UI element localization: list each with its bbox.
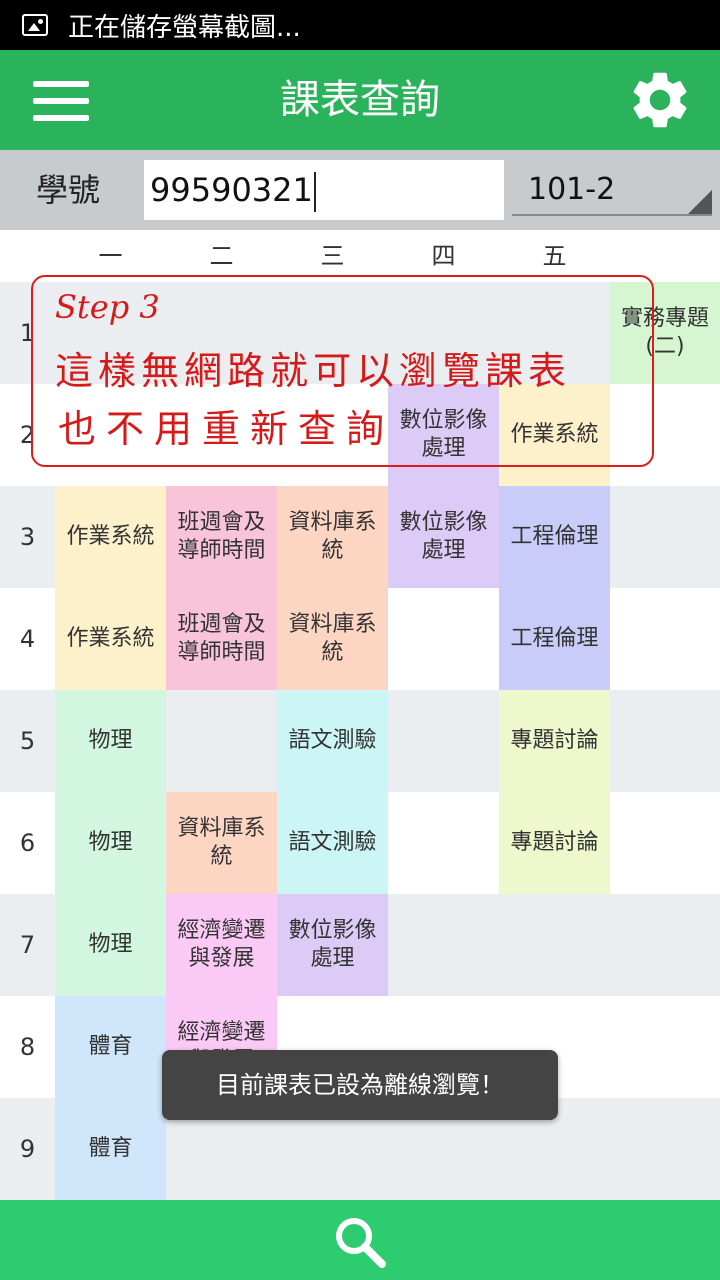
search-icon[interactable] <box>330 1212 390 1272</box>
query-bar: 學號 99590321 101-2 <box>0 150 720 230</box>
period-number: 1 <box>19 319 36 347</box>
period-number: 6 <box>19 829 36 857</box>
app-bar: 課表查詢 <box>0 50 720 150</box>
course-cell[interactable]: 物理 <box>55 792 166 894</box>
status-bar: 正在儲存螢幕截圖... <box>0 0 720 50</box>
period-number: 3 <box>19 523 36 551</box>
bottom-bar <box>0 1200 720 1280</box>
day-header-tue: 二 <box>209 242 234 270</box>
course-cell[interactable]: 體育 <box>55 996 166 1098</box>
semester-select[interactable]: 101-2 <box>512 164 712 216</box>
course-cell[interactable]: 實務專題(二) <box>610 282 720 384</box>
course-cell[interactable]: 專題討論 <box>499 690 610 792</box>
course-cell[interactable]: 資料庫系統 <box>277 486 388 588</box>
course-cell[interactable]: 語文測驗 <box>277 792 388 894</box>
student-id-input[interactable]: 99590321 <box>144 160 504 220</box>
day-header-wed: 三 <box>320 242 345 270</box>
day-header-mon: 一 <box>98 242 123 270</box>
period-number: 5 <box>19 727 36 755</box>
toast-message: 目前課表已設為離線瀏覽！ <box>162 1050 558 1120</box>
annotation-line-1: 這樣無網路就可以瀏覽課表 <box>55 349 572 393</box>
page-title: 課表查詢 <box>280 77 440 123</box>
dropdown-triangle-icon <box>688 190 712 214</box>
semester-value: 101-2 <box>528 172 616 207</box>
course-cell[interactable]: 班週會及導師時間 <box>166 588 277 690</box>
annotation-step: Step 3 <box>55 288 160 326</box>
period-number: 8 <box>19 1033 36 1061</box>
annotation-line-2: 也不用重新查詢 <box>58 407 395 451</box>
course-cell[interactable]: 經濟變遷與發展 <box>166 894 277 996</box>
status-text: 正在儲存螢幕截圖... <box>68 12 301 43</box>
course-cell[interactable]: 資料庫系統 <box>166 792 277 894</box>
course-cell[interactable]: 語文測驗 <box>277 690 388 792</box>
image-icon <box>22 14 48 36</box>
period-number: 7 <box>19 931 36 959</box>
course-cell[interactable]: 工程倫理 <box>499 588 610 690</box>
course-cell[interactable]: 作業系統 <box>499 384 610 486</box>
course-cell[interactable]: 數位影像處理 <box>277 894 388 996</box>
course-cell[interactable]: 資料庫系統 <box>277 588 388 690</box>
student-id-label: 學號 <box>36 171 101 209</box>
course-cell[interactable]: 物理 <box>55 894 166 996</box>
course-cell[interactable]: 作業系統 <box>55 486 166 588</box>
day-header-thu: 四 <box>431 242 456 270</box>
student-id-value: 99590321 <box>150 171 313 209</box>
course-cell[interactable]: 體育 <box>55 1098 166 1200</box>
gear-icon[interactable] <box>626 66 694 134</box>
course-cell[interactable]: 班週會及導師時間 <box>166 486 277 588</box>
period-number: 2 <box>19 421 36 449</box>
course-cell[interactable]: 工程倫理 <box>499 486 610 588</box>
period-number: 9 <box>19 1135 36 1163</box>
course-cell[interactable]: 數位影像處理 <box>388 486 499 588</box>
course-cell[interactable]: 作業系統 <box>55 588 166 690</box>
course-cell[interactable]: 專題討論 <box>499 792 610 894</box>
period-number: 4 <box>19 625 36 653</box>
day-header-fri: 五 <box>542 242 567 270</box>
course-cell[interactable]: 物理 <box>55 690 166 792</box>
course-cell[interactable]: 數位影像處理 <box>388 384 499 486</box>
